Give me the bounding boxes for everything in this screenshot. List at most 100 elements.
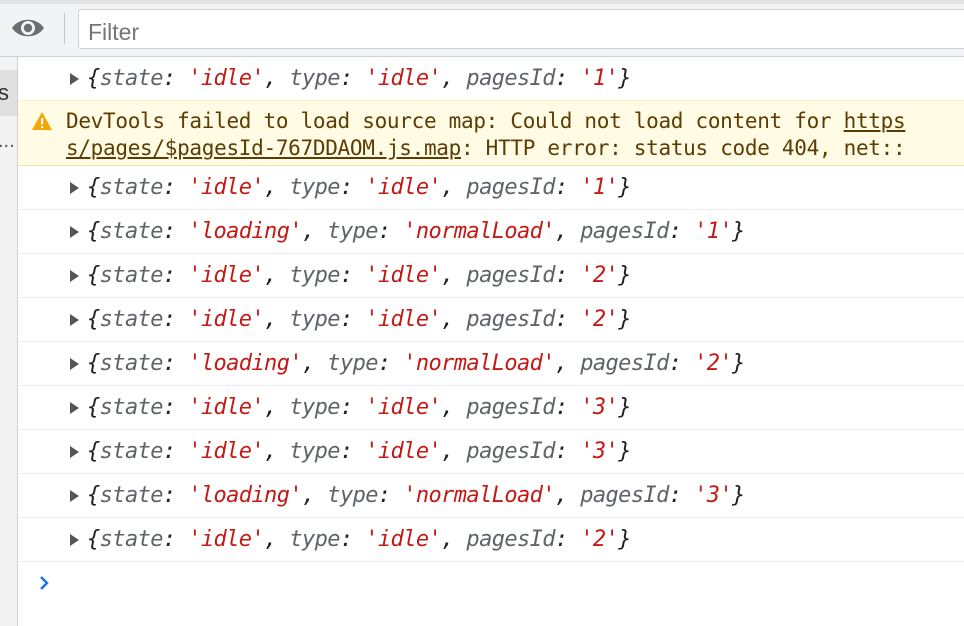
filter-input[interactable] bbox=[78, 9, 964, 49]
log-object: {state: 'idle', type: 'idle', pagesId: '… bbox=[87, 57, 631, 100]
chevron-right-icon[interactable] bbox=[36, 571, 54, 595]
property-key: state bbox=[99, 527, 164, 552]
expand-triangle-icon[interactable] bbox=[70, 314, 79, 326]
punctuation: : bbox=[162, 527, 189, 552]
punctuation: : bbox=[554, 395, 581, 420]
log-row[interactable]: {state: 'idle', type: 'idle', pagesId: '… bbox=[18, 518, 964, 562]
expand-triangle-icon[interactable] bbox=[70, 402, 79, 414]
log-row[interactable]: {state: 'loading', type: 'normalLoad', p… bbox=[18, 474, 964, 518]
toolbar-top-edge bbox=[0, 0, 964, 4]
property-key: pagesId bbox=[580, 219, 669, 244]
punctuation: , bbox=[441, 307, 467, 332]
expand-triangle-icon[interactable] bbox=[70, 358, 79, 370]
property-key: pagesId bbox=[580, 351, 669, 376]
punctuation: } bbox=[618, 439, 631, 464]
property-key: state bbox=[99, 483, 164, 508]
punctuation: , bbox=[264, 66, 290, 91]
property-key: pagesId bbox=[466, 66, 555, 91]
log-row[interactable]: {state: 'idle', type: 'idle', pagesId: '… bbox=[18, 57, 964, 101]
property-key: type bbox=[289, 263, 340, 288]
expand-triangle-icon[interactable] bbox=[70, 490, 79, 502]
property-value: 'idle' bbox=[365, 175, 442, 200]
punctuation: } bbox=[618, 66, 631, 91]
warning-line-2: s/pages/$pagesId-767DDAOM.js.map: HTTP e… bbox=[66, 134, 906, 162]
source-map-link[interactable]: https bbox=[844, 109, 906, 133]
punctuation: : bbox=[377, 351, 404, 376]
punctuation: : bbox=[339, 307, 366, 332]
property-key: state bbox=[99, 351, 164, 376]
punctuation: : bbox=[162, 175, 189, 200]
log-object: {state: 'loading', type: 'normalLoad', p… bbox=[87, 210, 745, 253]
punctuation: : bbox=[162, 66, 189, 91]
log-row[interactable]: {state: 'idle', type: 'idle', pagesId: '… bbox=[18, 254, 964, 298]
source-map-link-continued[interactable]: s/pages/$pagesId-767DDAOM.js.map bbox=[66, 136, 461, 160]
console-toolbar bbox=[0, 0, 964, 57]
property-value: 'idle' bbox=[188, 527, 265, 552]
sidebar-panel: s ... bbox=[0, 57, 18, 626]
property-key: type bbox=[289, 175, 340, 200]
punctuation: : bbox=[554, 66, 581, 91]
property-value: 'loading' bbox=[188, 351, 302, 376]
expand-triangle-icon[interactable] bbox=[70, 534, 79, 546]
expand-triangle-icon[interactable] bbox=[70, 270, 79, 282]
expand-triangle-icon[interactable] bbox=[70, 446, 79, 458]
log-object: {state: 'idle', type: 'idle', pagesId: '… bbox=[87, 386, 631, 429]
sidebar-item-truncated[interactable]: ... bbox=[0, 121, 17, 161]
punctuation: : bbox=[668, 483, 695, 508]
punctuation: , bbox=[554, 351, 581, 376]
log-row[interactable]: {state: 'loading', type: 'normalLoad', p… bbox=[18, 342, 964, 386]
property-key: type bbox=[327, 219, 378, 244]
punctuation: , bbox=[302, 219, 328, 244]
property-value: 'idle' bbox=[188, 263, 265, 288]
property-key: state bbox=[99, 175, 164, 200]
punctuation: } bbox=[732, 219, 745, 244]
log-object: {state: 'idle', type: 'idle', pagesId: '… bbox=[87, 518, 631, 561]
property-value: 'idle' bbox=[365, 307, 442, 332]
property-value: 'idle' bbox=[365, 395, 442, 420]
punctuation: } bbox=[618, 395, 631, 420]
punctuation: { bbox=[87, 439, 100, 464]
property-value: 'normalLoad' bbox=[403, 351, 555, 376]
log-object: {state: 'loading', type: 'normalLoad', p… bbox=[87, 342, 745, 385]
punctuation: , bbox=[264, 263, 290, 288]
property-value: 'idle' bbox=[188, 395, 265, 420]
punctuation: { bbox=[87, 219, 100, 244]
property-key: type bbox=[289, 439, 340, 464]
property-value: 'normalLoad' bbox=[403, 219, 555, 244]
punctuation: } bbox=[618, 527, 631, 552]
property-value: '1' bbox=[694, 219, 733, 244]
log-row[interactable]: {state: 'loading', type: 'normalLoad', p… bbox=[18, 210, 964, 254]
property-value: '2' bbox=[694, 351, 733, 376]
punctuation: } bbox=[618, 175, 631, 200]
punctuation: { bbox=[87, 307, 100, 332]
property-value: '1' bbox=[580, 66, 619, 91]
punctuation: , bbox=[441, 263, 467, 288]
property-value: '1' bbox=[580, 175, 619, 200]
punctuation: , bbox=[264, 307, 290, 332]
sidebar-item-selected[interactable]: s bbox=[0, 70, 17, 116]
punctuation: , bbox=[264, 439, 290, 464]
punctuation: { bbox=[87, 66, 100, 91]
property-key: pagesId bbox=[466, 439, 555, 464]
punctuation: } bbox=[618, 263, 631, 288]
warning-icon bbox=[32, 112, 52, 130]
punctuation: { bbox=[87, 483, 100, 508]
punctuation: , bbox=[264, 395, 290, 420]
punctuation: , bbox=[441, 395, 467, 420]
property-key: pagesId bbox=[580, 483, 669, 508]
expand-triangle-icon[interactable] bbox=[70, 73, 79, 85]
punctuation: , bbox=[264, 175, 290, 200]
log-row[interactable]: {state: 'idle', type: 'idle', pagesId: '… bbox=[18, 386, 964, 430]
log-row[interactable]: {state: 'idle', type: 'idle', pagesId: '… bbox=[18, 166, 964, 210]
log-row[interactable]: {state: 'idle', type: 'idle', pagesId: '… bbox=[18, 430, 964, 474]
property-key: state bbox=[99, 219, 164, 244]
punctuation: : bbox=[668, 219, 695, 244]
eye-icon[interactable] bbox=[10, 14, 46, 42]
property-key: state bbox=[99, 439, 164, 464]
log-row[interactable]: {state: 'idle', type: 'idle', pagesId: '… bbox=[18, 298, 964, 342]
property-key: type bbox=[289, 395, 340, 420]
property-key: pagesId bbox=[466, 263, 555, 288]
punctuation: : bbox=[668, 351, 695, 376]
expand-triangle-icon[interactable] bbox=[70, 182, 79, 194]
expand-triangle-icon[interactable] bbox=[70, 226, 79, 238]
